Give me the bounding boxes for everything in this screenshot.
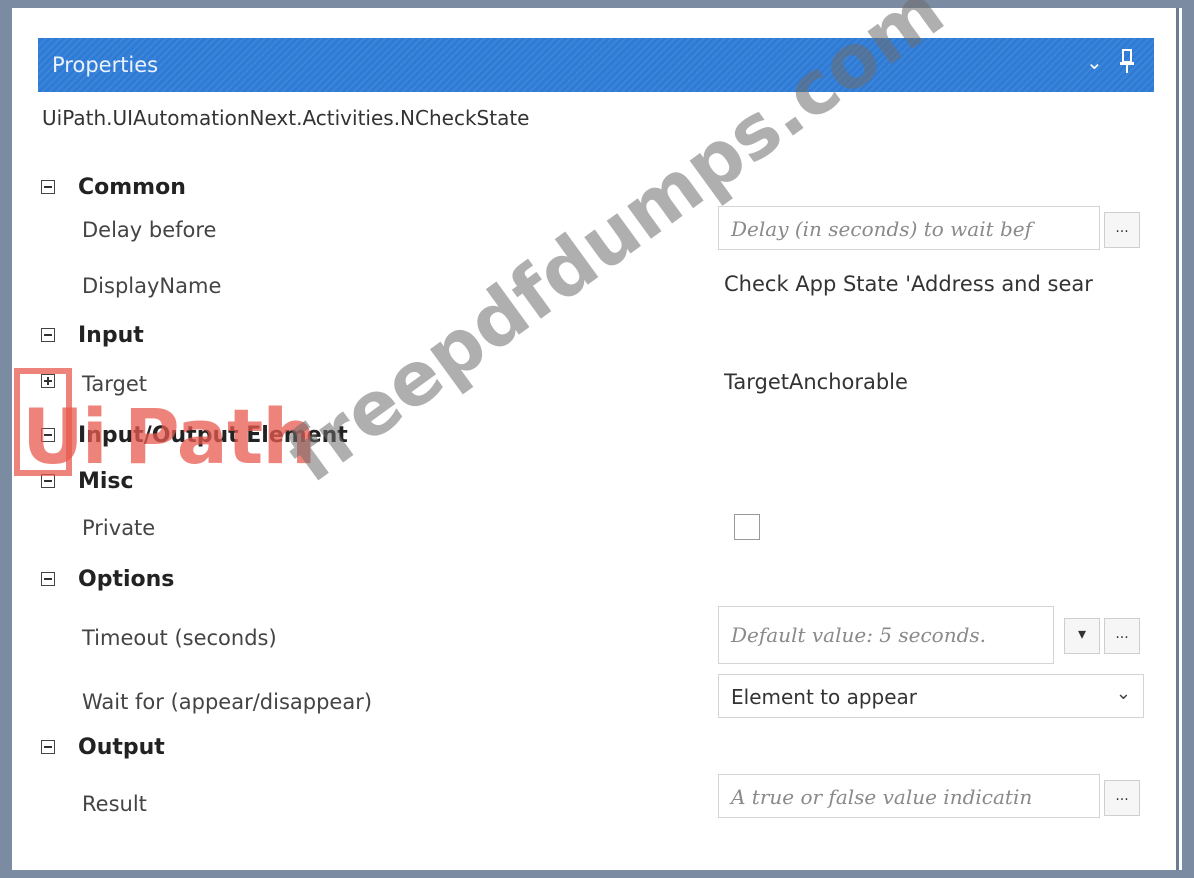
property-label: Timeout (seconds) [82, 626, 277, 650]
result-input[interactable]: A true or false value indicatin [718, 774, 1100, 818]
category-label: Input [78, 323, 144, 348]
property-target: Target TargetAnchorable [12, 360, 1182, 408]
property-label: Wait for (appear/disappear) [82, 690, 373, 714]
property-label: Private [82, 516, 156, 540]
category-label: Misc [78, 469, 134, 494]
collapse-icon[interactable] [41, 740, 55, 754]
wait-for-select[interactable]: Element to appear ⌄ [718, 674, 1144, 718]
property-timeout: Timeout (seconds) Default value: 5 secon… [12, 606, 1182, 666]
display-name-value[interactable]: Check App State 'Address and sear [724, 272, 1154, 296]
result-ellipsis-button[interactable]: ... [1104, 780, 1140, 816]
collapse-icon[interactable] [41, 328, 55, 342]
properties-panel: Properties ⌄ UiPath.UIAutomationNext.Act… [12, 8, 1182, 870]
wait-for-selected-value: Element to appear [731, 685, 918, 709]
timeout-dropdown-button[interactable]: ▾ [1064, 618, 1100, 654]
property-delay-before: Delay before Delay (in seconds) to wait … [12, 206, 1182, 254]
chevron-down-icon: ⌄ [1115, 683, 1131, 704]
property-label: Delay before [82, 218, 217, 242]
expand-icon[interactable] [41, 374, 55, 388]
collapse-icon[interactable] [41, 572, 55, 586]
category-label: Output [78, 735, 165, 760]
category-options[interactable]: Options [12, 558, 1182, 606]
category-output[interactable]: Output [12, 726, 1182, 774]
category-label: Input/Output Element [78, 423, 348, 448]
timeout-input[interactable]: Default value: 5 seconds. [718, 606, 1054, 664]
collapse-icon[interactable] [41, 180, 55, 194]
category-label: Common [78, 175, 186, 200]
property-wait-for: Wait for (appear/disappear) Element to a… [12, 674, 1182, 722]
property-private: Private [12, 504, 1182, 552]
property-display-name: DisplayName Check App State 'Address and… [12, 262, 1182, 310]
pin-icon[interactable] [1120, 48, 1134, 74]
property-result: Result A true or false value indicatin .… [12, 774, 1182, 822]
property-label: Result [82, 792, 147, 816]
delay-before-ellipsis-button[interactable]: ... [1104, 212, 1140, 248]
category-label: Options [78, 567, 175, 592]
properties-titlebar: Properties ⌄ [38, 38, 1154, 92]
category-input[interactable]: Input [12, 314, 1182, 362]
target-value[interactable]: TargetAnchorable [724, 370, 1154, 394]
panel-title: Properties [52, 53, 159, 77]
property-label: DisplayName [82, 274, 222, 298]
timeout-ellipsis-button[interactable]: ... [1104, 618, 1140, 654]
property-label: Target [82, 372, 147, 396]
private-checkbox[interactable] [734, 514, 760, 540]
category-misc[interactable]: Misc [12, 460, 1182, 508]
delay-before-input[interactable]: Delay (in seconds) to wait bef [718, 206, 1100, 250]
activity-type-name: UiPath.UIAutomationNext.Activities.NChec… [42, 106, 530, 130]
collapse-icon[interactable] [41, 428, 55, 442]
collapse-icon[interactable] [41, 474, 55, 488]
category-input-output-element[interactable]: Input/Output Element [12, 414, 1182, 462]
chevron-down-icon[interactable]: ⌄ [1086, 50, 1103, 74]
